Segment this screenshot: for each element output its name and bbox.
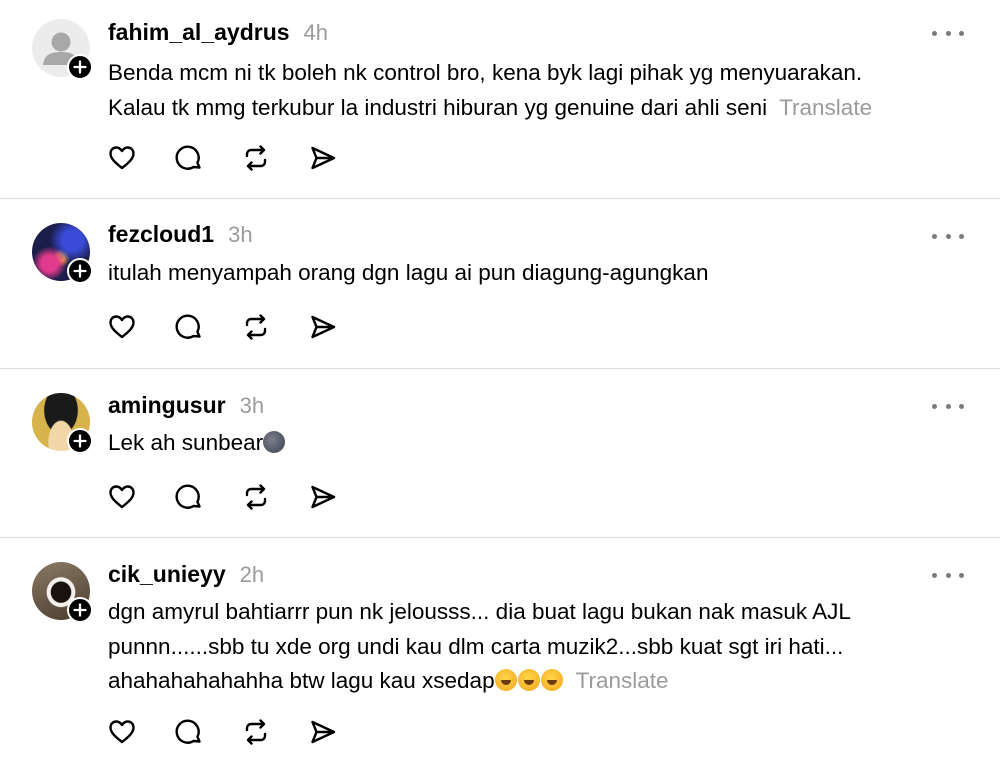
comment-icon [175, 145, 201, 170]
thread-replies-feed: fahim_al_aydrus 4h Benda mcm ni tk boleh… [0, 0, 1000, 769]
username[interactable]: fezcloud1 [108, 221, 214, 248]
comment-button[interactable] [173, 481, 205, 513]
avatar[interactable] [32, 223, 93, 284]
avatar[interactable] [32, 393, 93, 454]
translate-link[interactable]: Translate [576, 668, 669, 693]
timestamp: 3h [228, 222, 253, 247]
avatar[interactable] [32, 19, 93, 80]
rolling-on-floor-laughing-emoji [540, 669, 563, 691]
translate-link[interactable]: Translate [779, 95, 872, 120]
new-moon-face-emoji [263, 431, 286, 453]
heart-icon [109, 720, 135, 744]
post-text: Benda mcm ni tk boleh nk control bro, ke… [108, 56, 960, 125]
follow-plus-icon[interactable] [67, 54, 93, 80]
follow-plus-icon[interactable] [67, 428, 93, 454]
comment-icon [175, 719, 201, 744]
share-button[interactable] [307, 716, 339, 748]
reply-post: amingusur 3h Lek ah sunbear [0, 369, 1000, 538]
post-actions [106, 311, 339, 343]
heart-icon [109, 315, 135, 339]
follow-plus-icon[interactable] [67, 258, 93, 284]
reply-post: cik_unieyy 2h dgn amyrul bahtiarrr pun n… [0, 538, 1000, 769]
share-icon [311, 720, 336, 744]
username[interactable]: fahim_al_aydrus [108, 19, 290, 46]
heart-icon [109, 485, 135, 509]
timestamp: 2h [239, 562, 265, 587]
rolling-on-floor-laughing-emoji [494, 669, 517, 691]
share-button[interactable] [307, 142, 339, 174]
heart-icon [109, 146, 135, 170]
repost-button[interactable] [240, 311, 272, 343]
repost-button[interactable] [240, 716, 272, 748]
share-icon [311, 485, 336, 509]
comment-button[interactable] [173, 311, 205, 343]
more-options-icon[interactable] [932, 565, 964, 585]
like-button[interactable] [106, 142, 138, 174]
comment-button[interactable] [173, 716, 205, 748]
rolling-on-floor-laughing-emoji [517, 669, 540, 691]
like-button[interactable] [106, 716, 138, 748]
post-actions [106, 716, 339, 748]
like-button[interactable] [106, 481, 138, 513]
share-icon [311, 315, 336, 339]
username[interactable]: amingusur [108, 392, 226, 419]
share-button[interactable] [307, 311, 339, 343]
share-button[interactable] [307, 481, 339, 513]
reply-post: fezcloud1 3h itulah menyampah orang dgn … [0, 199, 1000, 369]
post-text-line: punnn......sbb tu xde org undi kau dlm c… [108, 633, 844, 659]
like-button[interactable] [106, 311, 138, 343]
comment-button[interactable] [173, 142, 205, 174]
post-actions [106, 142, 339, 174]
follow-plus-icon[interactable] [67, 597, 93, 623]
more-options-icon[interactable] [932, 396, 964, 416]
post-text-line: Lek ah sunbear [108, 426, 960, 461]
repost-button[interactable] [240, 142, 272, 174]
post-text-line: ahahahahahahha btw lagu kau xsedap Transl… [108, 668, 669, 693]
repost-icon [245, 314, 267, 340]
more-options-icon[interactable] [932, 23, 964, 43]
post-text: itulah menyampah orang dgn lagu ai pun d… [108, 256, 960, 291]
post-text: dgn amyrul bahtiarrr pun nk jelousss... … [108, 595, 960, 699]
post-text: Lek ah sunbear [108, 426, 960, 461]
more-options-icon[interactable] [932, 226, 964, 246]
username[interactable]: cik_unieyy [108, 561, 226, 588]
repost-icon [245, 484, 267, 510]
timestamp: 3h [239, 393, 265, 418]
avatar[interactable] [32, 562, 93, 623]
post-text-line: Benda mcm ni tk boleh nk control bro, ke… [108, 60, 863, 85]
comment-icon [175, 484, 201, 509]
reply-post: fahim_al_aydrus 4h Benda mcm ni tk boleh… [0, 0, 1000, 198]
repost-icon [245, 145, 267, 171]
repost-button[interactable] [240, 481, 272, 513]
comment-icon [175, 314, 201, 339]
share-icon [311, 146, 336, 170]
post-text-line: itulah menyampah orang dgn lagu ai pun d… [108, 260, 709, 285]
post-actions [106, 481, 339, 513]
repost-icon [245, 719, 267, 745]
post-text-line: dgn amyrul bahtiarrr pun nk jelousss... … [108, 599, 851, 624]
timestamp: 4h [303, 20, 329, 45]
post-text-line: Kalau tk mmg terkubur la industri hibura… [108, 94, 873, 120]
